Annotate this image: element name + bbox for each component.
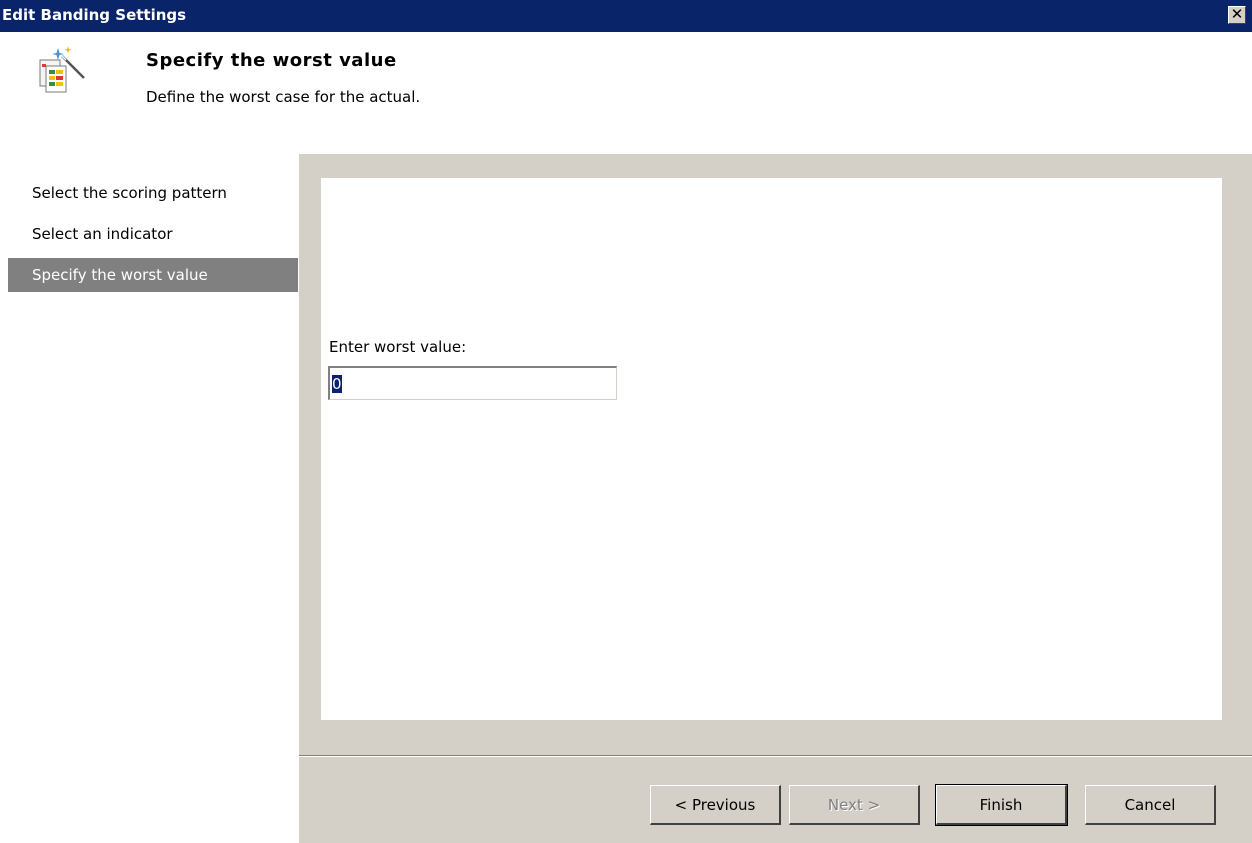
finish-button[interactable]: Finish [935,784,1068,826]
page-heading: Specify the worst value [146,50,397,71]
content-area: Enter worst value: [321,178,1222,720]
wizard-steps: Select the scoring pattern Select an ind… [8,176,298,299]
banding-wizard-icon [39,46,85,93]
worst-value-label: Enter worst value: [329,338,467,356]
next-button[interactable]: Next > [789,785,920,825]
step-select-indicator[interactable]: Select an indicator [8,217,298,251]
cancel-button[interactable]: Cancel [1085,785,1216,825]
window-title: Edit Banding Settings [2,6,187,24]
close-icon: ✕ [1230,5,1244,23]
previous-button[interactable]: < Previous [650,785,781,825]
step-specify-worst-value[interactable]: Specify the worst value [8,258,298,292]
page-description: Define the worst case for the actual. [146,88,421,106]
close-button[interactable]: ✕ [1228,6,1246,24]
wizard-panel: Enter worst value: < Previous Next > Fin… [299,154,1252,843]
title-bar: Edit Banding Settings ✕ [0,0,1252,32]
divider [299,755,1252,757]
step-select-scoring-pattern[interactable]: Select the scoring pattern [8,176,298,210]
worst-value-input[interactable] [328,366,617,400]
